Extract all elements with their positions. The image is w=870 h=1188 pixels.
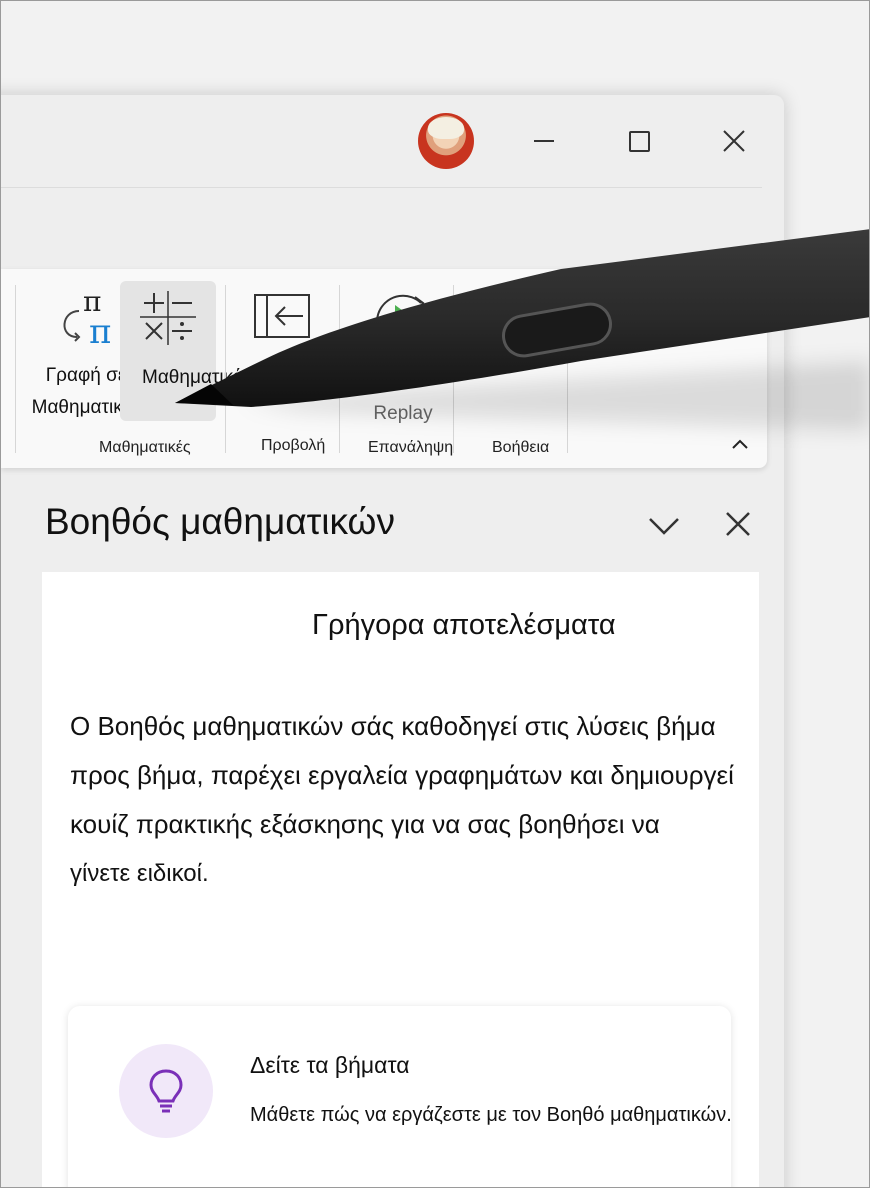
maximize-button[interactable]: [619, 123, 659, 159]
lightbulb-icon-badge: [119, 1044, 213, 1138]
title-bar: [1, 95, 784, 189]
see-steps-card[interactable]: Δείτε τα βήματα Μάθετε πώς να εργάζεστε …: [68, 1006, 732, 1187]
tip-title: Δείτε τα βήματα: [250, 1052, 410, 1078]
lightbulb-icon: [149, 1069, 183, 1113]
ribbon-separator: [225, 285, 226, 453]
pane-title: Βοηθός μαθηματικών: [45, 501, 395, 542]
ribbon-separator: [567, 285, 568, 453]
pane-close-button[interactable]: [723, 509, 753, 544]
minimize-icon: [534, 140, 554, 142]
view-pane-button[interactable]: [251, 293, 313, 350]
math-button-label: Μαθηματικές: [142, 367, 251, 388]
maximize-icon: [628, 130, 650, 152]
group-label-help: Βοήθεια: [492, 439, 550, 456]
avatar[interactable]: [418, 113, 474, 169]
group-label-view: Προβολή: [261, 437, 326, 454]
replay-label: Replay: [373, 403, 433, 424]
close-window-button[interactable]: [714, 123, 754, 159]
minimize-button[interactable]: [524, 123, 564, 159]
screenshot-frame: π π Γραφή σε Μαθηματικές Μαθηματικές Rep…: [0, 0, 870, 1188]
close-icon: [726, 512, 750, 536]
ribbon-separator: [453, 285, 454, 453]
replay-button[interactable]: Replay: [363, 289, 443, 430]
group-label-math: Μαθηματικές: [99, 439, 191, 456]
collapse-ribbon-button[interactable]: [731, 437, 749, 455]
svg-text:π: π: [89, 312, 111, 347]
ribbon-separator: [15, 285, 16, 453]
title-divider: [1, 187, 762, 188]
quick-results-heading: Γρήγορα αποτελέσματα: [312, 609, 616, 641]
help-icon: [487, 292, 541, 346]
tip-text: Μάθετε πώς να εργάζεστε με τον Βοηθό μαθ…: [250, 1104, 732, 1126]
chevron-up-icon: [732, 439, 748, 449]
description-line: Ο Βοηθός μαθηματικών σάς καθοδηγεί στις …: [70, 711, 716, 741]
replay-icon: [376, 294, 430, 349]
close-icon: [723, 130, 745, 152]
description-line: κουίζ πρακτικής εξάσκησης για να σας βοη…: [70, 809, 660, 839]
group-label-replay: Επανάληψη: [368, 439, 454, 456]
description: Ο Βοηθός μαθηματικών σάς καθοδηγεί στις …: [70, 702, 850, 898]
ribbon: π π Γραφή σε Μαθηματικές Μαθηματικές Rep…: [1, 269, 767, 468]
chevron-down-icon: [649, 518, 679, 535]
help-button[interactable]: [479, 289, 549, 360]
description-line: γίνετε ειδικοί.: [70, 860, 209, 887]
description-line: προς βήμα, παρέχει εργαλεία γραφημάτων κ…: [70, 760, 734, 790]
math-operators-icon: [140, 291, 196, 345]
pane-options-button[interactable]: [646, 509, 682, 550]
pi-convert-icon: π π: [63, 285, 111, 352]
ribbon-separator: [339, 285, 340, 453]
pane-icon: [254, 294, 310, 338]
